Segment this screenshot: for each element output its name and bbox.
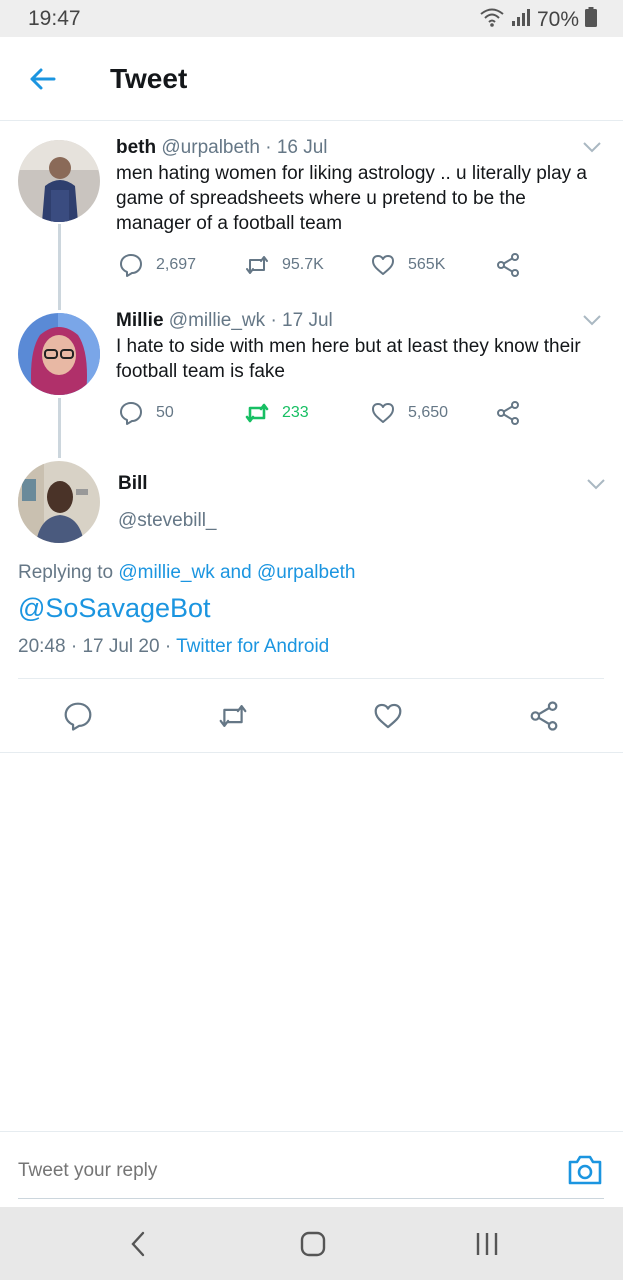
retweet-button[interactable] xyxy=(215,698,251,734)
system-nav-bar xyxy=(0,1207,623,1280)
like-count: 5,650 xyxy=(408,404,449,421)
tweet-header: beth @urpalbeth · 16 Jul xyxy=(116,137,328,159)
retweet-button[interactable]: 95.7K xyxy=(244,252,324,278)
reply-button[interactable]: 2,697 xyxy=(118,252,196,278)
author-name[interactable]: beth xyxy=(116,137,156,158)
retweet-count: 95.7K xyxy=(282,256,324,273)
reply-count: 50 xyxy=(156,404,174,421)
author-handle[interactable]: @stevebill_ xyxy=(118,510,217,532)
retweet-icon xyxy=(246,256,268,274)
tweet-header: Millie @millie_wk · 17 Jul xyxy=(116,310,333,332)
status-bar: 19:47 70% xyxy=(0,0,623,37)
wifi-icon xyxy=(479,6,505,33)
divider xyxy=(18,678,604,679)
battery-icon xyxy=(585,7,597,32)
separator-dot: · xyxy=(270,310,277,331)
heart-icon xyxy=(372,255,394,275)
author-name[interactable]: Bill xyxy=(118,473,148,495)
nav-back-button[interactable] xyxy=(118,1227,158,1261)
replying-and[interactable]: and xyxy=(220,562,252,583)
replying-prefix: Replying to xyxy=(18,562,114,583)
retweet-count: 233 xyxy=(282,404,309,421)
tweet-text: I hate to side with men here but at leas… xyxy=(116,336,581,382)
replying-user-link[interactable]: @millie_wk xyxy=(118,562,214,583)
author-handle[interactable]: @millie_wk xyxy=(169,310,265,331)
main-tweet-text[interactable]: @SoSavageBot xyxy=(18,593,211,624)
share-button[interactable] xyxy=(526,698,562,734)
reply-count: 2,697 xyxy=(156,256,197,273)
reply-button[interactable]: 50 xyxy=(118,400,174,426)
comment-icon xyxy=(120,254,142,277)
recent-apps-icon xyxy=(476,1233,498,1255)
heart-icon xyxy=(372,403,394,423)
retweet-icon xyxy=(245,403,269,423)
avatar[interactable] xyxy=(18,461,100,543)
comment-icon xyxy=(64,702,92,731)
heart-icon xyxy=(374,703,402,729)
camera-icon[interactable] xyxy=(566,1152,604,1188)
tweet-text: men hating women for liking astrology ..… xyxy=(116,163,588,234)
arrow-left-icon xyxy=(30,68,56,90)
like-button[interactable] xyxy=(370,698,406,734)
chevron-left-icon xyxy=(131,1231,145,1257)
reply-underline xyxy=(18,1198,604,1199)
share-button[interactable] xyxy=(495,252,521,278)
tweet-source-link[interactable]: Twitter for Android xyxy=(176,636,329,657)
thread-line xyxy=(58,224,61,310)
replying-to: Replying to @millie_wk and @urpalbeth xyxy=(18,562,356,584)
separator-dot: · xyxy=(265,137,272,158)
reply-button[interactable] xyxy=(60,698,96,734)
share-button[interactable] xyxy=(495,400,521,426)
retweet-icon xyxy=(219,705,247,727)
nav-recents-button[interactable] xyxy=(467,1227,507,1261)
author-handle[interactable]: @urpalbeth xyxy=(161,137,260,158)
avatar[interactable] xyxy=(18,140,100,222)
avatar[interactable] xyxy=(18,313,100,395)
share-icon xyxy=(497,401,519,425)
tweet-date: 17 Jul 20 xyxy=(82,636,160,657)
home-icon xyxy=(300,1231,326,1257)
battery-percent: 70% xyxy=(536,7,579,31)
like-button[interactable]: 5,650 xyxy=(370,400,448,426)
author-name[interactable]: Millie xyxy=(116,310,164,331)
chevron-down-icon[interactable] xyxy=(582,313,602,327)
top-bar: Tweet xyxy=(0,37,623,121)
share-icon xyxy=(497,253,519,277)
nav-home-button[interactable] xyxy=(293,1227,333,1261)
tweet-meta: 20:48 · 17 Jul 20 · Twitter for Android xyxy=(18,636,329,658)
comment-icon xyxy=(120,402,142,425)
signal-icon xyxy=(511,7,531,32)
tweet-time: 20:48 xyxy=(18,636,66,657)
chevron-down-icon[interactable] xyxy=(586,477,606,491)
page-title: Tweet xyxy=(110,63,188,94)
reply-bar xyxy=(0,1131,623,1207)
status-time: 19:47 xyxy=(28,7,81,30)
retweet-button[interactable]: 233 xyxy=(244,400,309,426)
divider xyxy=(0,752,623,753)
thread-line xyxy=(58,398,61,458)
share-icon xyxy=(530,701,558,731)
like-button[interactable]: 565K xyxy=(370,252,445,278)
like-count: 565K xyxy=(408,256,446,273)
tweet-date: 16 Jul xyxy=(276,137,328,158)
separator-dot: · xyxy=(164,636,172,657)
separator-dot: · xyxy=(70,636,78,657)
tweet-date: 17 Jul xyxy=(282,310,333,331)
reply-input[interactable] xyxy=(18,1160,518,1182)
status-icons: 70% xyxy=(479,6,597,33)
replying-user-link[interactable]: @urpalbeth xyxy=(257,562,356,583)
chevron-down-icon[interactable] xyxy=(582,140,602,154)
back-button[interactable] xyxy=(24,61,60,97)
